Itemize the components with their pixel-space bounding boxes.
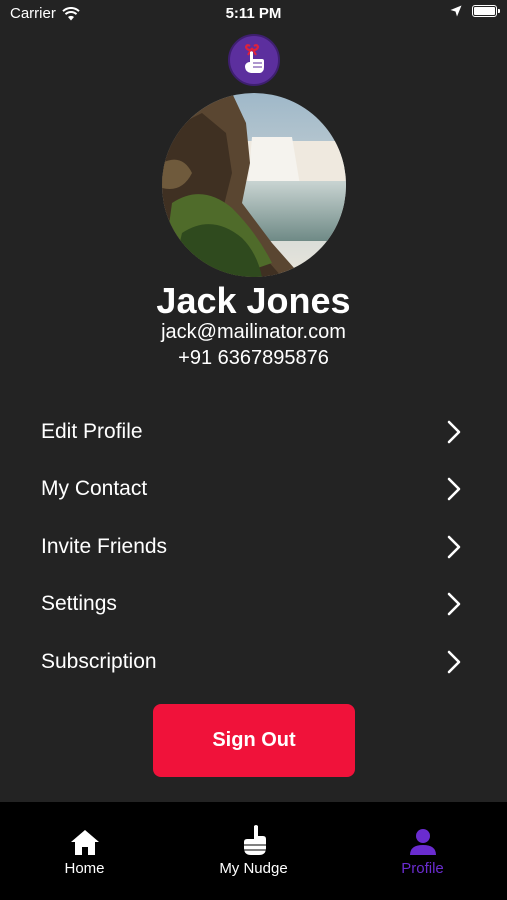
- menu-item-settings[interactable]: Settings: [0, 576, 507, 634]
- pinky-promise-icon: [244, 44, 264, 73]
- tab-home[interactable]: Home: [0, 802, 169, 900]
- chevron-right-icon: [447, 477, 461, 501]
- status-right: [450, 5, 500, 17]
- waterfall-photo: [162, 93, 346, 277]
- menu-item-label: My Contact: [41, 477, 148, 501]
- tab-label: Profile: [401, 860, 444, 877]
- menu-item-label: Subscription: [41, 649, 157, 673]
- chevron-right-icon: [447, 650, 461, 674]
- tab-bar: Home My Nudge Profile: [0, 802, 507, 900]
- menu-item-my-contact[interactable]: My Contact: [0, 461, 507, 519]
- location-arrow-icon: [450, 5, 462, 17]
- chevron-right-icon: [447, 592, 461, 616]
- avatar[interactable]: [162, 93, 346, 277]
- chevron-right-icon: [447, 420, 461, 444]
- profile-menu: Edit Profile My Contact Invite Friends S…: [0, 403, 507, 691]
- menu-item-label: Edit Profile: [41, 419, 143, 443]
- tab-label: My Nudge: [219, 860, 288, 877]
- menu-item-label: Settings: [41, 592, 117, 616]
- app-logo: [228, 34, 280, 86]
- home-icon: [70, 830, 99, 855]
- status-bar: Carrier 5:11 PM: [0, 0, 507, 28]
- tab-icon-wrap: [409, 826, 437, 856]
- chevron-right-icon: [447, 535, 461, 559]
- menu-item-invite-friends[interactable]: Invite Friends: [0, 518, 507, 576]
- user-phone: +91 6367895876: [178, 347, 329, 369]
- menu-item-label: Invite Friends: [41, 534, 168, 558]
- tab-label: Home: [64, 860, 105, 877]
- user-name: Jack Jones: [156, 280, 351, 321]
- sign-out-button[interactable]: Sign Out: [153, 704, 355, 777]
- pointing-hand-icon: [243, 825, 266, 855]
- battery-icon: [472, 5, 500, 17]
- user-email: jack@mailinator.com: [161, 321, 346, 343]
- tab-my-nudge[interactable]: My Nudge: [169, 802, 338, 900]
- battery-fill: [474, 7, 495, 15]
- person-icon: [409, 829, 436, 855]
- status-time: 5:11 PM: [225, 5, 282, 22]
- menu-item-subscription[interactable]: Subscription: [0, 633, 507, 691]
- tab-profile[interactable]: Profile: [338, 802, 507, 900]
- tab-icon-wrap: [70, 826, 100, 856]
- menu-item-edit-profile[interactable]: Edit Profile: [0, 403, 507, 461]
- tab-icon-wrap: [241, 825, 267, 856]
